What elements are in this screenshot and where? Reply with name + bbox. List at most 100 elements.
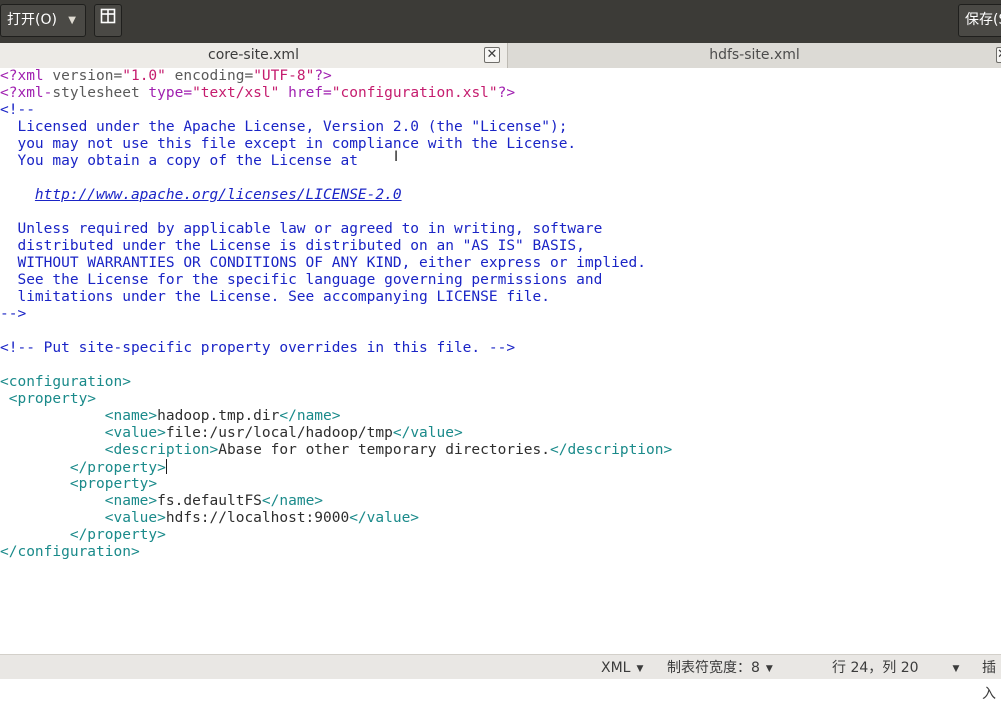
open-button-label: 打开(O) <box>7 12 57 28</box>
code-token: --> <box>0 306 27 322</box>
code-token: type= <box>148 85 193 101</box>
code-token: </name> <box>279 408 341 424</box>
code-line: <property> <box>0 476 672 493</box>
code-token: encoding= <box>165 68 254 84</box>
chevron-down-icon: ▼ <box>765 664 773 674</box>
text-editor[interactable]: <?xml version="1.0" encoding="UTF-8"?> <?… <box>0 68 1001 654</box>
code-token: </property> <box>69 460 166 476</box>
tab-label: hdfs-site.xml <box>709 47 800 63</box>
language-selector[interactable]: XML ▼ <box>601 655 643 682</box>
code-content[interactable]: <?xml version="1.0" encoding="UTF-8"?> <?… <box>0 68 672 561</box>
code-line: </configuration> <box>0 544 672 561</box>
code-token: "1.0" <box>122 68 166 84</box>
chevron-down-icon: ▼ <box>68 15 76 26</box>
code-line: You may obtain a copy of the License at <box>0 153 672 170</box>
cursor-position[interactable]: 行 24，列 20 ▼ <box>832 655 959 682</box>
code-token: </value> <box>349 510 420 526</box>
code-token: <configuration> <box>0 374 131 390</box>
code-token: you may not use this file except in comp… <box>0 136 577 152</box>
code-line: <value>hdfs://localhost:9000</value> <box>0 510 672 527</box>
code-token: "UTF-8" <box>253 68 315 84</box>
mouse-ibeam-cursor-icon: I <box>394 149 399 165</box>
code-token: See the License for the specific languag… <box>0 272 603 288</box>
code-token: fs.defaultFS <box>157 493 262 509</box>
code-line: </property> <box>0 459 672 476</box>
open-button[interactable]: 打开(O) ▼ <box>0 4 86 37</box>
code-line: <value>file:/usr/local/hadoop/tmp</value… <box>0 425 672 442</box>
code-token: </value> <box>392 425 463 441</box>
code-line: <?xml version="1.0" encoding="UTF-8"?> <box>0 68 672 85</box>
code-token: WITHOUT WARRANTIES OR CONDITIONS OF ANY … <box>0 255 647 271</box>
code-token: </configuration> <box>0 544 140 560</box>
code-token: ?> <box>314 68 332 84</box>
code-token: file:/usr/local/hadoop/tmp <box>165 425 393 441</box>
code-line: you may not use this file except in comp… <box>0 136 672 153</box>
insert-mode: 插入 <box>982 655 1001 707</box>
code-line: --> <box>0 306 672 323</box>
code-token: stylesheet <box>52 85 149 101</box>
chevron-down-icon: ▼ <box>952 664 960 674</box>
code-line: <!-- Put site-specific property override… <box>0 340 672 357</box>
save-button[interactable]: 保存(S <box>958 4 1001 37</box>
tab-width-label: 制表符宽度：8 <box>667 660 760 676</box>
code-token: distributed under the License is distrib… <box>0 238 585 254</box>
code-token: <!-- <box>0 102 35 118</box>
code-token: version= <box>52 68 123 84</box>
code-token: </name> <box>261 493 324 509</box>
code-line: <name>hadoop.tmp.dir</name> <box>0 408 672 425</box>
tab-hdfs-site[interactable]: hdfs-site.xml ✕ <box>508 43 1001 68</box>
code-line: <description>Abase for other temporary d… <box>0 442 672 459</box>
tab-bar: core-site.xml ✕ hdfs-site.xml ✕ <box>0 43 1001 68</box>
code-token: <property> <box>0 391 97 407</box>
code-line: <name>fs.defaultFS</name> <box>0 493 672 510</box>
code-line: </property> <box>0 527 672 544</box>
tab-core-site[interactable]: core-site.xml ✕ <box>0 43 508 68</box>
code-line: <!-- <box>0 102 672 119</box>
code-token: hadoop.tmp.dir <box>157 408 280 424</box>
tab-width-selector[interactable]: 制表符宽度：8 ▼ <box>667 655 773 682</box>
code-token: <?xml <box>0 68 53 84</box>
code-token: Abase for other temporary directories. <box>218 442 550 458</box>
code-line: <property> <box>0 391 672 408</box>
code-line: distributed under the License is distrib… <box>0 238 672 255</box>
code-token: ?> <box>497 85 516 101</box>
header-bar: 打开(O) ▼ 保存(S <box>0 0 1001 43</box>
text-caret <box>165 459 167 474</box>
code-token: You may obtain a copy of the License at <box>0 153 358 169</box>
code-token: <description> <box>104 442 219 458</box>
code-token: Licensed under the Apache License, Versi… <box>0 119 568 135</box>
code-line: WITHOUT WARRANTIES OR CONDITIONS OF ANY … <box>0 255 672 272</box>
code-token: <?xml- <box>0 85 53 101</box>
tab-label: core-site.xml <box>208 47 299 63</box>
code-token: </property> <box>69 527 166 543</box>
code-token: <name> <box>104 493 158 509</box>
new-tab-icon <box>100 5 116 36</box>
new-tab-button[interactable] <box>94 4 122 37</box>
code-line: See the License for the specific languag… <box>0 272 672 289</box>
code-token: http://www.apache.org/licenses/LICENSE-2… <box>34 187 402 203</box>
code-line: limitations under the License. See accom… <box>0 289 672 306</box>
code-token: <value> <box>104 510 166 526</box>
code-line: <?xml-stylesheet type="text/xsl" href="c… <box>0 85 672 102</box>
code-line: http://www.apache.org/licenses/LICENSE-2… <box>0 187 672 204</box>
code-line: Unless required by applicable law or agr… <box>0 221 672 238</box>
code-token: <name> <box>104 408 158 424</box>
code-token: <property> <box>69 476 158 492</box>
chevron-down-icon: ▼ <box>636 664 644 674</box>
code-token: "text/xsl" <box>192 85 280 101</box>
close-icon[interactable]: ✕ <box>996 47 1001 63</box>
code-line: Licensed under the Apache License, Versi… <box>0 119 672 136</box>
code-token: limitations under the License. See accom… <box>0 289 550 305</box>
code-token: hdfs://localhost:9000 <box>165 510 350 526</box>
close-icon[interactable]: ✕ <box>484 47 500 63</box>
